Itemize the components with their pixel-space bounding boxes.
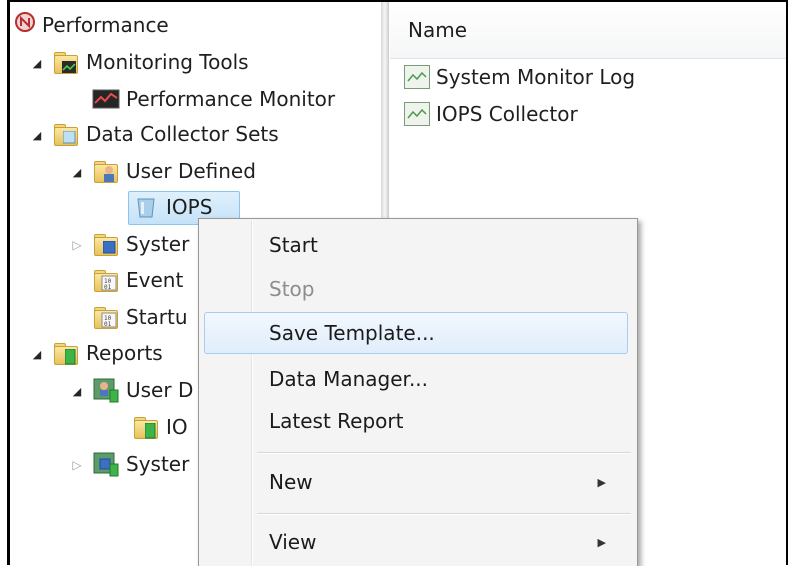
menu-separator	[257, 513, 631, 515]
menu-item-data-manager[interactable]: Data Manager...	[204, 359, 628, 399]
tree-node-reports[interactable]: Reports	[52, 336, 163, 370]
performance-monitor-icon	[92, 85, 120, 113]
list-item-label: IOPS Collector	[436, 102, 578, 126]
startup-trace-folder-icon: 10 01	[92, 303, 120, 331]
svg-text:01: 01	[104, 321, 112, 328]
expanded-arrow-icon[interactable]: ◢	[70, 165, 84, 179]
tree-node-label: Performance	[42, 13, 169, 37]
tree-node-label: Performance Monitor	[126, 87, 336, 111]
reports-user-defined-icon	[92, 376, 120, 404]
tree-node-performance[interactable]: Performance	[14, 8, 169, 42]
tree-node-monitoring-tools[interactable]: Monitoring Tools	[52, 45, 249, 79]
log-icon	[404, 65, 430, 89]
tree-node-label: Monitoring Tools	[86, 50, 249, 74]
menu-item-label: Save Template...	[269, 321, 435, 345]
menu-item-latest-report[interactable]: Latest Report	[204, 401, 628, 441]
performance-monitor-window: Performance ◢ Monitoring Tools Performan…	[0, 0, 788, 566]
collapsed-arrow-icon[interactable]: ▷	[70, 458, 84, 472]
menu-item-label: Start	[269, 233, 318, 257]
svg-text:01: 01	[104, 284, 112, 291]
tree-node-event-trace-sessions[interactable]: 10 01 Event	[92, 263, 183, 297]
submenu-arrow-icon: ▶	[597, 535, 606, 549]
tree-node-performance-monitor[interactable]: Performance Monitor	[92, 82, 335, 116]
event-trace-folder-icon: 10 01	[92, 266, 120, 294]
log-icon	[404, 102, 430, 126]
tree-node-reports-system[interactable]: Syster	[92, 447, 189, 481]
menu-item-label: Stop	[269, 277, 315, 301]
menu-item-view[interactable]: View ▶	[204, 522, 628, 562]
system-folder-icon	[92, 230, 120, 258]
monitoring-tools-folder-icon	[52, 48, 80, 76]
list-item[interactable]: IOPS Collector	[404, 97, 578, 131]
tree-node-label: User Defined	[126, 159, 256, 183]
list-item-label: System Monitor Log	[436, 65, 636, 89]
column-header-name[interactable]: Name	[390, 2, 786, 59]
tree-node-label: Data Collector Sets	[86, 122, 279, 146]
reports-folder-icon	[52, 339, 80, 367]
tree-node-label: Syster	[126, 452, 190, 476]
tree-node-user-defined[interactable]: User Defined	[92, 154, 256, 188]
tree-node-label: Startu	[126, 305, 188, 329]
tree-node-reports-iops[interactable]: IO	[132, 410, 188, 444]
tree-node-system[interactable]: Syster	[92, 227, 189, 261]
tree-node-label: Event	[126, 268, 184, 292]
menu-item-stop: Stop	[204, 269, 628, 309]
data-collector-set-icon	[132, 193, 160, 221]
menu-item-new[interactable]: New ▶	[204, 462, 628, 502]
collapsed-arrow-icon[interactable]: ▷	[70, 238, 84, 252]
user-defined-folder-icon	[92, 157, 120, 185]
expanded-arrow-icon[interactable]: ◢	[30, 347, 44, 361]
expanded-arrow-icon[interactable]: ◢	[30, 56, 44, 70]
submenu-arrow-icon: ▶	[597, 475, 606, 489]
tree-node-iops[interactable]: IOPS	[128, 190, 240, 225]
menu-item-start[interactable]: Start	[204, 225, 628, 265]
report-folder-icon	[132, 413, 160, 441]
context-menu: Start Stop Save Template... Data Manager…	[198, 218, 638, 566]
menu-item-label: View	[269, 530, 317, 554]
list-item[interactable]: System Monitor Log	[404, 60, 635, 94]
reports-system-icon	[92, 450, 120, 478]
tree-node-reports-user-defined[interactable]: User D	[92, 373, 193, 407]
expanded-arrow-icon[interactable]: ◢	[70, 384, 84, 398]
tree-node-label: Syster	[126, 232, 190, 256]
data-collector-sets-folder-icon	[52, 120, 80, 148]
tree-node-data-collector-sets[interactable]: Data Collector Sets	[52, 117, 279, 151]
menu-separator	[257, 452, 631, 454]
menu-item-save-template[interactable]: Save Template...	[204, 312, 628, 354]
menu-item-label: Latest Report	[269, 409, 404, 433]
performance-icon	[14, 11, 36, 39]
column-header-label: Name	[408, 18, 468, 42]
tree-node-startup-event-trace-sessions[interactable]: 10 01 Startu	[92, 300, 188, 334]
expanded-arrow-icon[interactable]: ◢	[30, 128, 44, 142]
menu-item-label: New	[269, 470, 313, 494]
tree-node-label: IO	[166, 415, 188, 439]
menu-item-label: Data Manager...	[269, 367, 429, 391]
tree-node-label: User D	[126, 378, 194, 402]
tree-node-label: Reports	[86, 341, 163, 365]
tree-node-label: IOPS	[166, 195, 213, 219]
